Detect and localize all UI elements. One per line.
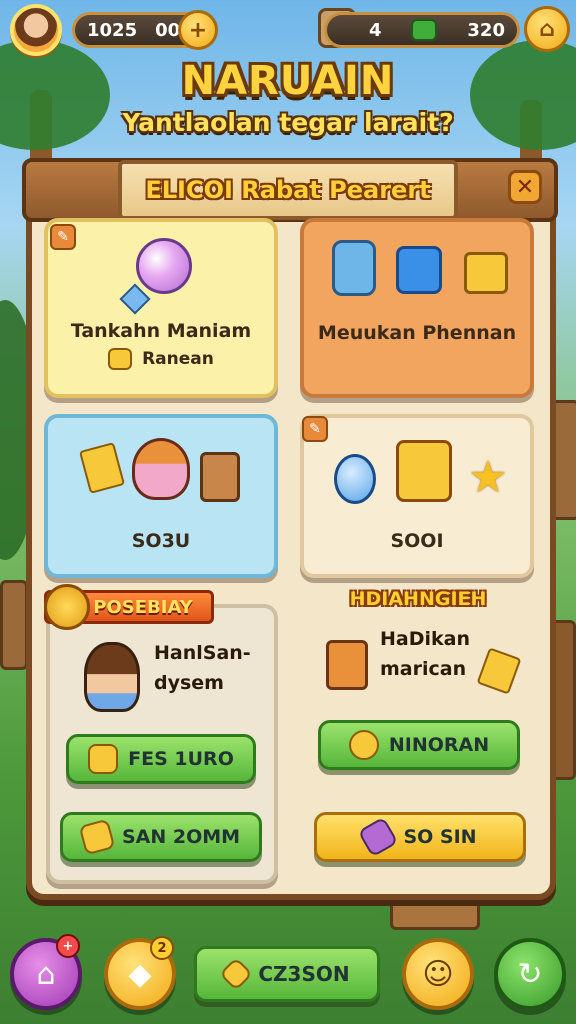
button-label: SO SIN (403, 826, 477, 848)
gem-icon (219, 957, 254, 991)
shield-icon (44, 584, 90, 630)
notification-badge: + (56, 934, 80, 958)
plus-icon[interactable]: + (178, 10, 218, 50)
shop-icon[interactable]: ⌂ (524, 6, 570, 52)
card-label: SOOI (390, 530, 444, 552)
panel-header: ELICOI Rabat Pearert (118, 160, 458, 220)
cube-icon (396, 246, 442, 294)
coin-icon (108, 348, 133, 370)
so-sin-button[interactable]: SO SIN (314, 812, 526, 862)
card-sublabel-text: Ranean (142, 349, 214, 369)
wand-icon (357, 816, 399, 858)
card-item-blue[interactable]: SO3U (44, 414, 278, 578)
currency-value: 4 (369, 19, 382, 41)
card-sublabel: Ranean (48, 348, 274, 370)
notification-badge: 2 (150, 936, 174, 960)
character-portrait (84, 642, 140, 712)
robot-icon (332, 240, 376, 296)
close-icon[interactable]: ✕ (508, 170, 542, 204)
button-label: NINORAN (388, 734, 490, 756)
reward-line2: marican (380, 658, 467, 680)
currency-pill-gems: 4 320 (324, 12, 520, 48)
card-label: SO3U (131, 530, 191, 552)
scroll-icon (200, 452, 240, 502)
card-item-orange[interactable]: Meuukan Phennan (300, 218, 534, 398)
top-bar: 1025 00 + 4 320 ⌂ (6, 4, 570, 56)
san-button[interactable]: SAN 2OMM (60, 812, 262, 862)
balloon-icon (136, 238, 192, 294)
tag-icon: ✎ (302, 416, 328, 442)
card-item-cream[interactable]: ✎ ★ SOOI (300, 414, 534, 578)
gem-icon (411, 19, 438, 41)
box-icon (464, 252, 508, 294)
page-subtitle: Yantlaolan tegar larait? (122, 108, 454, 137)
coin-stack-icon (78, 442, 126, 494)
profile-name-line2: dysem (154, 672, 224, 694)
fes-button[interactable]: FES 1URO (66, 734, 256, 784)
currency-value: 320 (467, 19, 505, 41)
ninoran-button[interactable]: NINORAN (318, 720, 520, 770)
currency-value: 00 (155, 19, 181, 41)
basket-icon (326, 640, 368, 690)
card-item-yellow[interactable]: ✎ Tankahn Maniam Ranean (44, 218, 278, 398)
coin-icon (88, 744, 119, 774)
center-nav-button[interactable]: CZ3SON (194, 946, 380, 1002)
card-label: Meuukan Phennan (317, 322, 517, 344)
reward-line1: HaDikan (380, 628, 470, 650)
profile-name-line1: HanlSan- (154, 642, 251, 664)
page-title: NARUAIN (181, 58, 395, 104)
player-avatar[interactable] (10, 4, 68, 56)
coin-icon (348, 730, 379, 760)
reward-heading: HDIAHNGIEH (349, 588, 487, 610)
chat-icon[interactable]: ☺ (402, 938, 474, 1010)
card-label: Tankahn Maniam (70, 320, 252, 342)
button-label: FES 1URO (128, 748, 234, 770)
refresh-icon[interactable]: ↻ (494, 938, 566, 1010)
star-icon: ★ (468, 452, 508, 503)
button-label: CZ3SON (258, 962, 350, 986)
tag-icon: ✎ (50, 224, 76, 250)
character-icon (132, 438, 190, 500)
bottom-nav: ⌂ + ◆ 2 CZ3SON ☺ ↻ (0, 934, 576, 1018)
chest-icon (396, 440, 452, 502)
button-label: SAN 2OMM (121, 826, 241, 848)
currency-value: 1025 (87, 19, 138, 41)
ticket-icon (78, 818, 116, 856)
potion-icon (334, 454, 376, 504)
crate (0, 580, 28, 670)
avatar (10, 4, 62, 56)
